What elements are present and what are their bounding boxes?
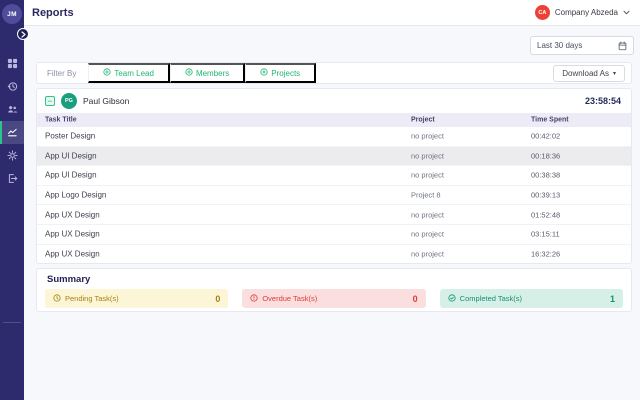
table-row[interactable]: App UX Design no project 01:52:48 bbox=[37, 205, 631, 225]
collapse-toggle[interactable]: − bbox=[45, 96, 55, 106]
project-cell: no project bbox=[411, 171, 444, 180]
user-group-row: − PG Paul Gibson 23:58:54 bbox=[37, 89, 631, 113]
sidebar-item-logout[interactable] bbox=[0, 167, 24, 190]
date-range-picker[interactable]: Last 30 days bbox=[530, 36, 634, 55]
table-row[interactable]: Poster Design no project 00:42:02 bbox=[37, 127, 631, 147]
time-spent-cell: 00:39:13 bbox=[531, 191, 560, 200]
project-cell: no project bbox=[411, 210, 444, 219]
sidebar-item-team[interactable] bbox=[0, 98, 24, 121]
task-title-cell: App UX Design bbox=[45, 250, 100, 259]
sidebar: JM bbox=[0, 0, 24, 400]
download-as-button[interactable]: Download As ▾ bbox=[553, 65, 625, 82]
time-spent-cell: 00:38:38 bbox=[531, 171, 560, 180]
project-cell: no project bbox=[411, 132, 444, 141]
pending-tasks-card: Pending Task(s) 0 bbox=[45, 289, 228, 308]
filter-team-lead-label: Team Lead bbox=[114, 69, 154, 78]
overdue-tasks-count: 0 bbox=[413, 294, 418, 304]
filter-projects-label: Projects bbox=[271, 69, 300, 78]
clock-icon bbox=[53, 294, 61, 304]
sidebar-expand-button[interactable] bbox=[17, 28, 29, 40]
completed-tasks-count: 1 bbox=[610, 294, 615, 304]
plus-circle-icon bbox=[260, 68, 268, 78]
project-cell: no project bbox=[411, 250, 444, 259]
task-title-cell: App UI Design bbox=[45, 151, 97, 160]
dashboard-icon bbox=[7, 58, 18, 69]
filter-members-label: Members bbox=[196, 69, 229, 78]
table-row[interactable]: App UX Design no project 03:15:11 bbox=[37, 225, 631, 245]
check-circle-icon bbox=[448, 294, 456, 304]
summary-title: Summary bbox=[47, 274, 631, 285]
project-cell: Project 8 bbox=[411, 191, 441, 200]
account-name: Company Abzeda bbox=[555, 8, 618, 17]
sidebar-item-dashboard[interactable] bbox=[0, 52, 24, 75]
top-header: Reports CA Company Abzeda bbox=[24, 0, 640, 26]
chevron-down-icon bbox=[623, 10, 630, 15]
filter-members-button[interactable]: Members bbox=[170, 63, 245, 83]
sidebar-item-history[interactable] bbox=[0, 75, 24, 98]
plus-circle-icon bbox=[185, 68, 193, 78]
filter-bar: Filter By Team Lead Members Projects Dow… bbox=[36, 62, 632, 84]
time-spent-cell: 03:15:11 bbox=[531, 230, 560, 239]
project-cell: no project bbox=[411, 151, 444, 160]
completed-tasks-card: Completed Task(s) 1 bbox=[440, 289, 623, 308]
summary-panel: Summary Pending Task(s) 0 Overdue Task(s… bbox=[36, 268, 632, 312]
time-spent-cell: 16:32:26 bbox=[531, 250, 560, 259]
sidebar-item-settings[interactable] bbox=[0, 144, 24, 167]
time-spent-cell: 00:42:02 bbox=[531, 132, 560, 141]
download-as-label: Download As bbox=[562, 69, 609, 78]
project-cell: no project bbox=[411, 230, 444, 239]
logout-icon bbox=[7, 173, 18, 184]
summary-cards: Pending Task(s) 0 Overdue Task(s) 0 Comp… bbox=[45, 289, 623, 308]
total-time-spent: 23:58:54 bbox=[585, 96, 621, 106]
filter-team-lead-button[interactable]: Team Lead bbox=[88, 63, 170, 83]
table-row[interactable]: App UI Design no project 00:18:36 bbox=[37, 147, 631, 167]
user-avatar: PG bbox=[61, 93, 77, 109]
column-task-title: Task Title bbox=[45, 117, 77, 124]
settings-icon bbox=[7, 150, 18, 161]
pending-tasks-count: 0 bbox=[215, 294, 220, 304]
table-row[interactable]: App Logo Design Project 8 00:39:13 bbox=[37, 186, 631, 206]
task-title-cell: App Logo Design bbox=[45, 191, 106, 200]
minus-icon: − bbox=[47, 97, 52, 106]
date-range-value: Last 30 days bbox=[537, 41, 582, 50]
table-header: Task Title Project Time Spent bbox=[37, 113, 631, 127]
overdue-tasks-card: Overdue Task(s) 0 bbox=[242, 289, 425, 308]
task-title-cell: App UX Design bbox=[45, 210, 100, 219]
task-title-cell: Poster Design bbox=[45, 132, 95, 141]
sidebar-item-reports[interactable] bbox=[0, 121, 24, 144]
alert-circle-icon bbox=[250, 294, 258, 304]
workspace-avatar[interactable]: JM bbox=[2, 4, 22, 24]
reports-icon bbox=[7, 127, 18, 138]
caret-down-icon: ▾ bbox=[613, 70, 616, 77]
task-title-cell: App UI Design bbox=[45, 171, 97, 180]
task-title-cell: App UX Design bbox=[45, 230, 100, 239]
calendar-icon bbox=[618, 41, 627, 51]
account-avatar: CA bbox=[535, 5, 550, 20]
pending-tasks-label: Pending Task(s) bbox=[65, 294, 119, 303]
account-menu[interactable]: CA Company Abzeda bbox=[535, 5, 630, 20]
report-panel: − PG Paul Gibson 23:58:54 Task Title Pro… bbox=[36, 88, 632, 264]
completed-tasks-label: Completed Task(s) bbox=[460, 294, 522, 303]
page-title: Reports bbox=[32, 7, 74, 19]
table-row[interactable]: App UX Design no project 16:32:26 bbox=[37, 245, 631, 264]
team-icon bbox=[7, 104, 18, 115]
time-spent-cell: 00:18:36 bbox=[531, 151, 560, 160]
time-spent-cell: 01:52:48 bbox=[531, 210, 560, 219]
sidebar-nav bbox=[0, 52, 24, 190]
chevron-right-icon bbox=[21, 25, 26, 43]
column-time-spent: Time Spent bbox=[531, 117, 569, 124]
sidebar-divider bbox=[3, 322, 21, 323]
plus-circle-icon bbox=[103, 68, 111, 78]
user-name: Paul Gibson bbox=[83, 96, 129, 106]
table-row[interactable]: App UI Design no project 00:38:38 bbox=[37, 166, 631, 186]
column-project: Project bbox=[411, 117, 435, 124]
overdue-tasks-label: Overdue Task(s) bbox=[262, 294, 317, 303]
history-icon bbox=[7, 81, 18, 92]
filter-by-label: Filter By bbox=[37, 69, 88, 78]
filter-projects-button[interactable]: Projects bbox=[245, 63, 316, 83]
